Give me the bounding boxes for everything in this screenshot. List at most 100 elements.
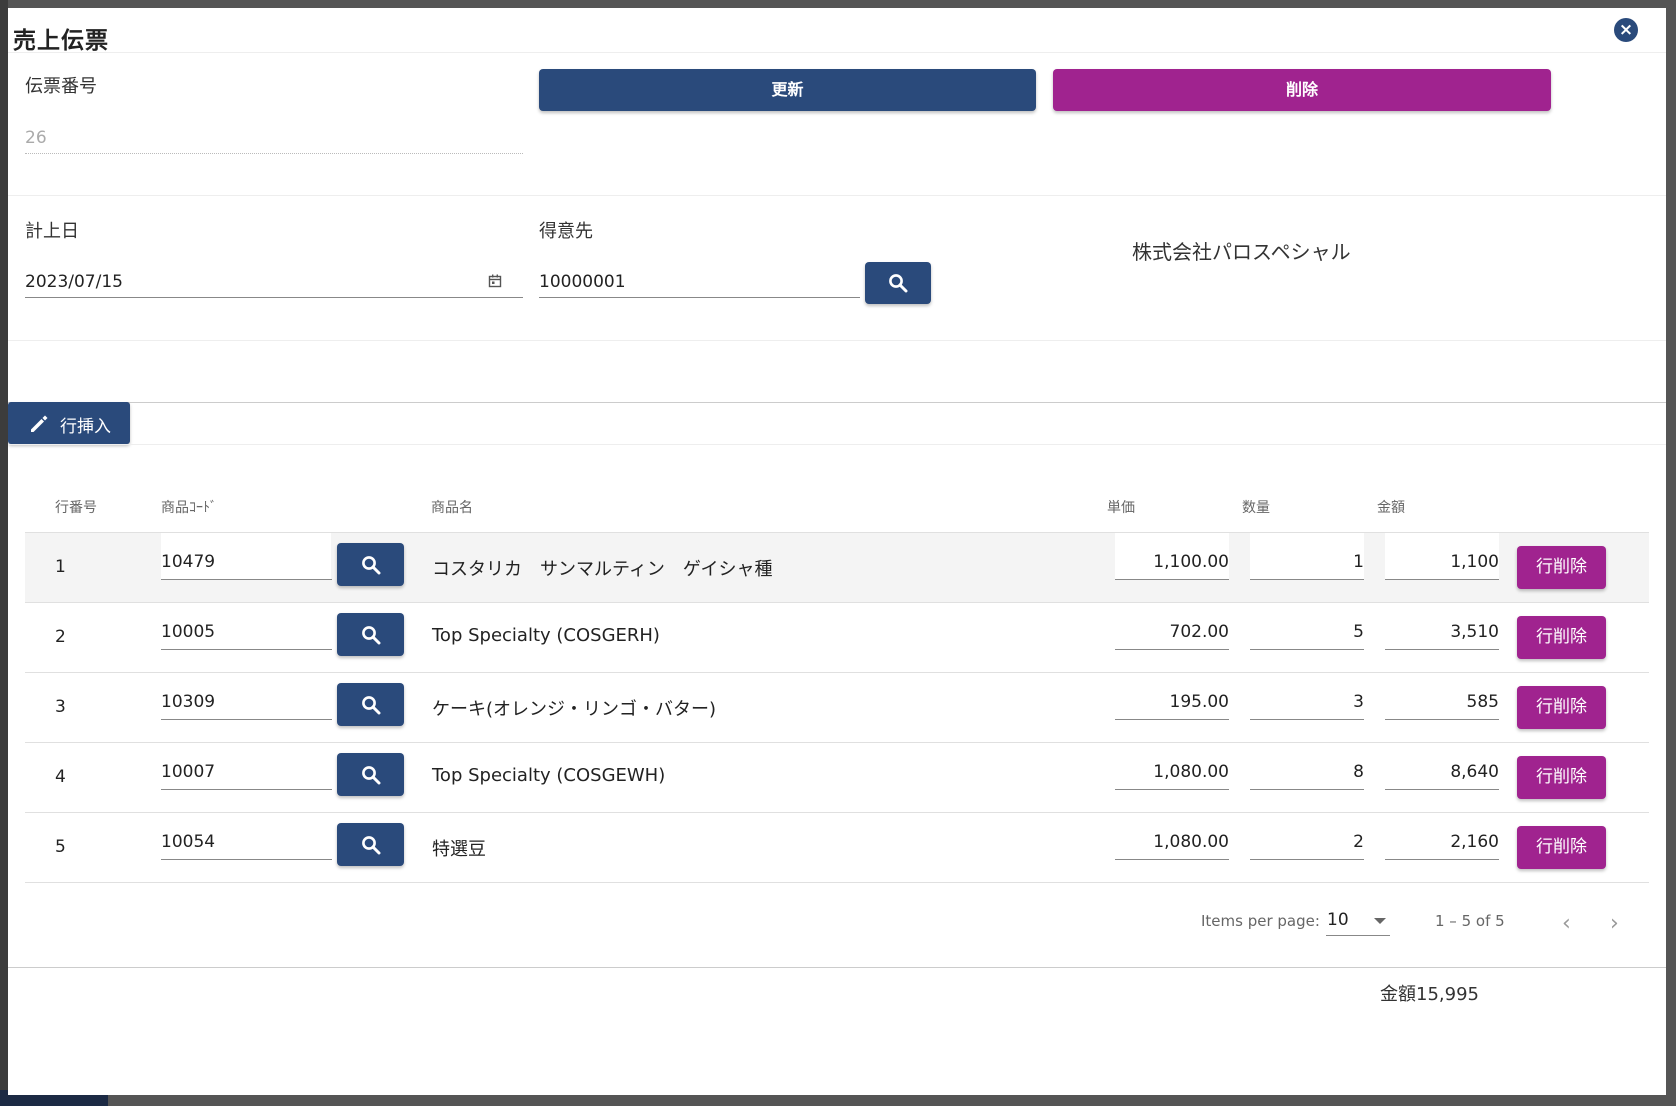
divider <box>8 195 1666 196</box>
slip-number-underline <box>25 153 523 154</box>
amount-input[interactable]: 1,100 <box>1385 552 1499 572</box>
col-header-product-code: 商品ｺｰﾄﾞ <box>161 500 217 516</box>
unit-price-underline <box>1115 649 1229 650</box>
col-header-product-name: 商品名 <box>431 500 473 516</box>
quantity-underline <box>1250 859 1364 860</box>
product-name: 特選豆 <box>432 839 486 860</box>
quantity-input[interactable]: 5 <box>1250 622 1364 642</box>
amount-underline <box>1385 789 1499 790</box>
quantity-underline <box>1250 579 1364 580</box>
search-icon <box>361 625 380 644</box>
product-code-underline <box>161 789 332 790</box>
customer-code-underline <box>539 297 860 298</box>
row-number: 2 <box>55 627 66 647</box>
slip-number-label: 伝票番号 <box>25 76 97 97</box>
row-number: 5 <box>55 837 66 857</box>
row-number: 1 <box>55 557 66 577</box>
customer-label: 得意先 <box>539 221 593 242</box>
divider <box>8 402 1666 403</box>
next-page-icon[interactable]: › <box>1610 911 1619 936</box>
row-number: 3 <box>55 697 66 717</box>
table-row: 1 10479 コスタリカ サンマルティン ゲイシャ種 1,100.00 1 1… <box>25 533 1649 603</box>
date-input[interactable]: 2023/07/15 <box>25 272 123 292</box>
product-search-button[interactable] <box>337 823 404 866</box>
customer-name: 株式会社パロスペシャル <box>1132 240 1351 264</box>
col-header-quantity: 数量 <box>1242 500 1270 516</box>
product-code-input[interactable]: 10054 <box>161 832 215 852</box>
table-row: 4 10007 Top Specialty (COSGEWH) 1,080.00… <box>25 743 1649 813</box>
backdrop <box>0 0 8 1106</box>
close-icon[interactable]: × <box>1614 18 1638 42</box>
delete-row-button[interactable]: 行削除 <box>1517 756 1606 799</box>
table-row: 2 10005 Top Specialty (COSGERH) 702.00 5… <box>25 603 1649 673</box>
delete-row-button[interactable]: 行削除 <box>1517 686 1606 729</box>
product-search-button[interactable] <box>337 613 404 656</box>
page-range-label: 1 – 5 of 5 <box>1435 912 1505 930</box>
product-code-input[interactable]: 10309 <box>161 692 215 712</box>
product-name: ケーキ(オレンジ・リンゴ・バター) <box>432 699 717 720</box>
unit-price-input[interactable]: 1,080.00 <box>1115 762 1229 782</box>
amount-underline <box>1385 649 1499 650</box>
product-code-input[interactable]: 10005 <box>161 622 215 642</box>
amount-input[interactable]: 8,640 <box>1385 762 1499 782</box>
customer-search-button[interactable] <box>865 262 931 304</box>
search-icon <box>361 835 380 854</box>
delete-row-button[interactable]: 行削除 <box>1517 546 1606 589</box>
unit-price-input[interactable]: 195.00 <box>1115 692 1229 712</box>
unit-price-input[interactable]: 1,100.00 <box>1115 552 1229 572</box>
product-search-button[interactable] <box>337 543 404 586</box>
delete-button[interactable]: 削除 <box>1053 69 1551 111</box>
prev-page-icon[interactable]: ‹ <box>1562 911 1571 936</box>
unit-price-input[interactable]: 702.00 <box>1115 622 1229 642</box>
insert-row-button[interactable]: 行挿入 <box>8 402 130 444</box>
customer-code-input[interactable]: 10000001 <box>539 272 626 292</box>
amount-input[interactable]: 585 <box>1385 692 1499 712</box>
product-search-button[interactable] <box>337 753 404 796</box>
dialog-title: 売上伝票 <box>13 28 109 54</box>
insert-row-label: 行挿入 <box>60 417 111 437</box>
product-code-input[interactable]: 10007 <box>161 762 215 782</box>
quantity-input[interactable]: 2 <box>1250 832 1364 852</box>
unit-price-underline <box>1115 579 1229 580</box>
unit-price-underline <box>1115 719 1229 720</box>
amount-input[interactable]: 3,510 <box>1385 622 1499 642</box>
unit-price-input[interactable]: 1,080.00 <box>1115 832 1229 852</box>
amount-underline <box>1385 579 1499 580</box>
update-button[interactable]: 更新 <box>539 69 1036 111</box>
date-label: 計上日 <box>25 221 79 242</box>
product-search-button[interactable] <box>337 683 404 726</box>
delete-row-button[interactable]: 行削除 <box>1517 826 1606 869</box>
divider <box>8 52 1666 53</box>
unit-price-underline <box>1115 789 1229 790</box>
amount-underline <box>1385 719 1499 720</box>
quantity-input[interactable]: 3 <box>1250 692 1364 712</box>
sales-slip-dialog: 売上伝票 × 伝票番号 26 更新 削除 計上日 2023/07/15 得意先 … <box>8 8 1666 1095</box>
quantity-input[interactable]: 8 <box>1250 762 1364 782</box>
product-code-input[interactable]: 10479 <box>161 552 215 572</box>
product-code-underline <box>161 649 332 650</box>
delete-row-button[interactable]: 行削除 <box>1517 616 1606 659</box>
items-per-page-underline <box>1326 935 1390 936</box>
amount-underline <box>1385 859 1499 860</box>
quantity-underline <box>1250 719 1364 720</box>
divider <box>8 967 1666 968</box>
quantity-input[interactable]: 1 <box>1250 552 1364 572</box>
col-header-amount: 金額 <box>1377 500 1405 516</box>
amount-input[interactable]: 2,160 <box>1385 832 1499 852</box>
items-per-page-select[interactable]: 10 <box>1327 910 1349 930</box>
search-icon <box>889 274 908 293</box>
table-row: 5 10054 特選豆 1,080.00 2 2,160 行削除 <box>25 813 1649 883</box>
product-code-underline <box>161 579 332 580</box>
col-header-unit-price: 単価 <box>1107 500 1135 516</box>
product-name: Top Specialty (COSGEWH) <box>432 765 666 786</box>
product-code-underline <box>161 719 332 720</box>
product-code-underline <box>161 859 332 860</box>
pencil-icon <box>31 415 48 432</box>
calendar-icon[interactable] <box>488 274 502 288</box>
date-underline <box>25 297 523 298</box>
divider <box>8 444 1666 445</box>
product-name: コスタリカ サンマルティン ゲイシャ種 <box>432 559 773 580</box>
chevron-down-icon[interactable] <box>1374 918 1386 924</box>
total-amount: 金額15,995 <box>1380 984 1479 1005</box>
slip-number-value: 26 <box>25 128 47 148</box>
